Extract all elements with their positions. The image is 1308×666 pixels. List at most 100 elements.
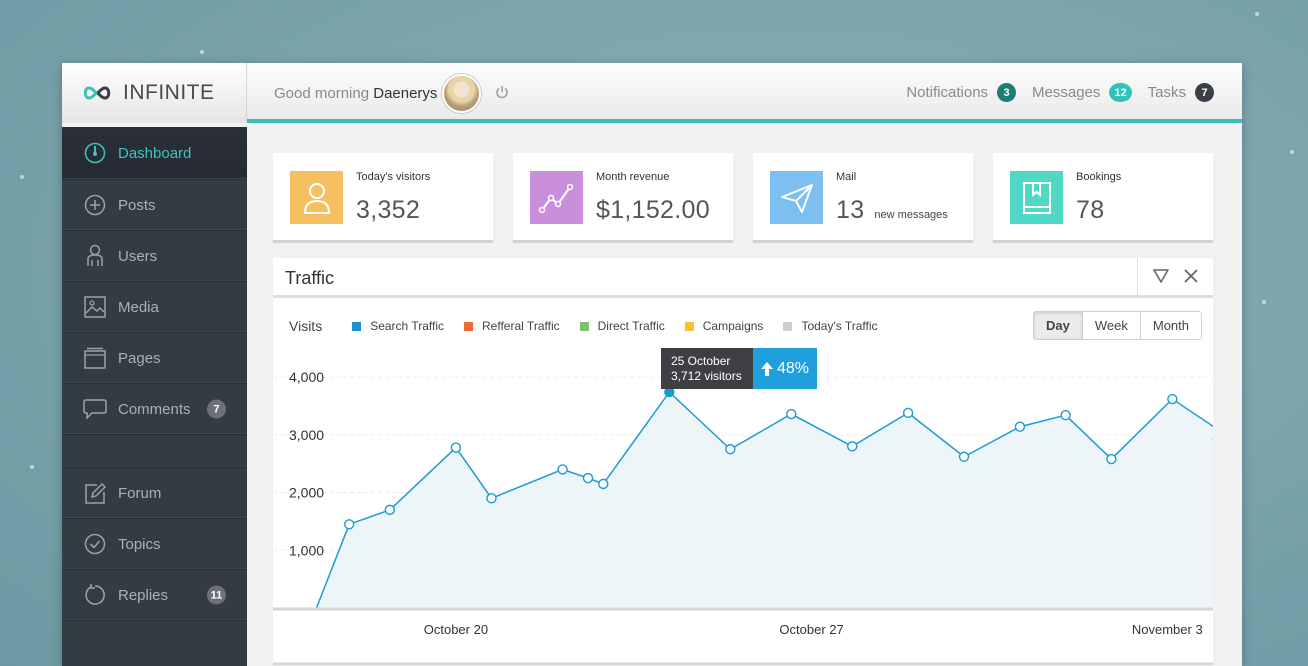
traffic-panel: Traffic Visits Search Traffic Refferal T…	[273, 258, 1213, 666]
legend-label: Search Traffic	[370, 319, 445, 333]
legend-swatch	[579, 321, 589, 331]
range-toggle: Day Week Month	[1033, 311, 1202, 340]
sidebar-item-media[interactable]: Media	[62, 282, 247, 333]
sidebar-item-label: Dashboard	[118, 144, 192, 162]
dashboard-window: INFINITE Good morning Daenerys Notificat…	[62, 63, 1242, 666]
notifications-badge: 3	[997, 83, 1017, 102]
user-outline-icon	[290, 171, 343, 224]
legend-label: Campaigns	[702, 319, 764, 333]
chart-legend: Visits Search Traffic Refferal Traffic D…	[289, 318, 898, 334]
card-label: Month revenue	[596, 171, 670, 183]
card-value-number: 13	[836, 196, 865, 224]
refresh-icon	[83, 583, 107, 607]
y-tick-label: 2,000	[289, 485, 324, 501]
notifications-link[interactable]: Notifications 3	[906, 83, 1017, 102]
top-nav: Notifications 3 Messages 12 Tasks 7	[906, 83, 1214, 102]
power-icon[interactable]	[495, 85, 509, 104]
avatar[interactable]	[442, 74, 481, 113]
sidebar-item-forum[interactable]: Forum	[62, 468, 247, 519]
data-point	[344, 519, 355, 530]
paper-plane-icon	[770, 171, 823, 224]
data-point	[486, 493, 497, 504]
card-value: $1,152.00	[596, 196, 710, 224]
close-icon[interactable]	[1184, 268, 1198, 288]
legend-swatch	[352, 321, 362, 331]
sidebar-item-label: Replies	[118, 586, 169, 604]
background-speck	[1290, 150, 1294, 154]
card-label: Bookings	[1076, 171, 1122, 183]
card-bookings[interactable]: Bookings 78	[993, 153, 1213, 243]
trend-line-icon	[530, 171, 583, 224]
card-mail[interactable]: Mail 13 new messages	[753, 153, 973, 243]
pencil-icon	[83, 481, 107, 505]
tasks-link[interactable]: Tasks 7	[1148, 83, 1214, 102]
panel-tools	[1137, 258, 1213, 298]
tasks-badge: 7	[1195, 83, 1214, 102]
background-speck	[1255, 12, 1259, 16]
data-point	[598, 478, 609, 490]
background-speck	[20, 175, 24, 179]
sidebar-item-label: Forum	[118, 484, 162, 502]
sidebar-item-topics[interactable]: Topics	[62, 519, 247, 570]
y-tick-label: 1,000	[289, 542, 324, 558]
infinity-logo-icon	[83, 86, 111, 100]
sidebar-item-dashboard[interactable]: Dashboard	[62, 127, 247, 180]
messages-badge: 12	[1109, 83, 1132, 102]
messages-link[interactable]: Messages 12	[1032, 83, 1132, 102]
data-point	[1167, 393, 1178, 405]
legend-item-referral[interactable]: Refferal Traffic	[464, 319, 560, 333]
sidebar-spacer	[62, 435, 247, 468]
filter-icon[interactable]	[1153, 268, 1170, 288]
data-point	[1014, 421, 1026, 432]
sidebar-item-comments[interactable]: Comments 7	[62, 384, 247, 435]
data-point	[582, 472, 594, 484]
sidebar-item-label: Posts	[118, 196, 156, 214]
chart-tooltip: 25 October 3,712 visitors 48%	[661, 348, 817, 389]
tooltip-date: 25 October	[671, 354, 731, 368]
sidebar-item-label: Topics	[118, 535, 161, 553]
data-point	[557, 464, 568, 475]
sidebar-item-users[interactable]: Users	[62, 231, 247, 282]
legend-item-campaigns[interactable]: Campaigns	[684, 319, 764, 333]
greeting: Good morning Daenerys	[274, 85, 437, 102]
sidebar-item-pages[interactable]: Pages	[62, 333, 247, 384]
sidebar-item-label: Comments	[118, 400, 191, 418]
card-label: Mail	[836, 171, 857, 183]
tooltip-change-value: 48%	[776, 359, 810, 377]
sidebar-item-posts[interactable]: Posts	[62, 180, 247, 231]
legend-item-direct[interactable]: Direct Traffic	[579, 319, 665, 333]
legend-item-today[interactable]: Today's Traffic	[783, 319, 878, 333]
legend-label: Refferal Traffic	[482, 319, 560, 333]
card-month-revenue[interactable]: Month revenue $1,152.00	[513, 153, 733, 243]
panel-header: Traffic	[273, 258, 1213, 298]
replies-count-badge: 11	[207, 585, 226, 605]
range-week-button[interactable]: Week	[1081, 312, 1140, 339]
check-circle-icon	[83, 532, 107, 556]
pages-icon	[83, 346, 107, 370]
data-point	[902, 407, 914, 419]
data-point	[725, 444, 736, 455]
data-point	[450, 442, 462, 453]
card-todays-visitors[interactable]: Today's visitors 3,352	[273, 153, 493, 243]
brand[interactable]: INFINITE	[62, 63, 247, 123]
sidebar-item-replies[interactable]: Replies 11	[62, 570, 247, 621]
legend-item-search[interactable]: Search Traffic	[352, 319, 444, 333]
range-month-button[interactable]: Month	[1139, 312, 1201, 339]
traffic-chart: 1,000 2,000 3,000 4,000 October 20 October 27…	[273, 354, 1213, 666]
data-point	[847, 441, 858, 452]
user-icon	[83, 244, 107, 268]
range-day-button[interactable]: Day	[1034, 312, 1082, 339]
plus-circle-icon	[83, 193, 107, 217]
tasks-label: Tasks	[1147, 84, 1186, 101]
background-speck	[30, 465, 34, 469]
legend-label: Direct Traffic	[597, 319, 665, 333]
data-point	[384, 504, 396, 516]
top-bar: INFINITE Good morning Daenerys Notificat…	[62, 63, 1242, 123]
greeting-text: Good morning	[274, 85, 370, 102]
gauge-icon	[83, 141, 107, 165]
tooltip-change: 48%	[753, 348, 817, 389]
sidebar-item-label: Users	[118, 247, 158, 265]
book-icon	[1010, 171, 1063, 224]
brand-name: INFINITE	[123, 81, 215, 104]
y-tick-label: 3,000	[289, 427, 324, 443]
